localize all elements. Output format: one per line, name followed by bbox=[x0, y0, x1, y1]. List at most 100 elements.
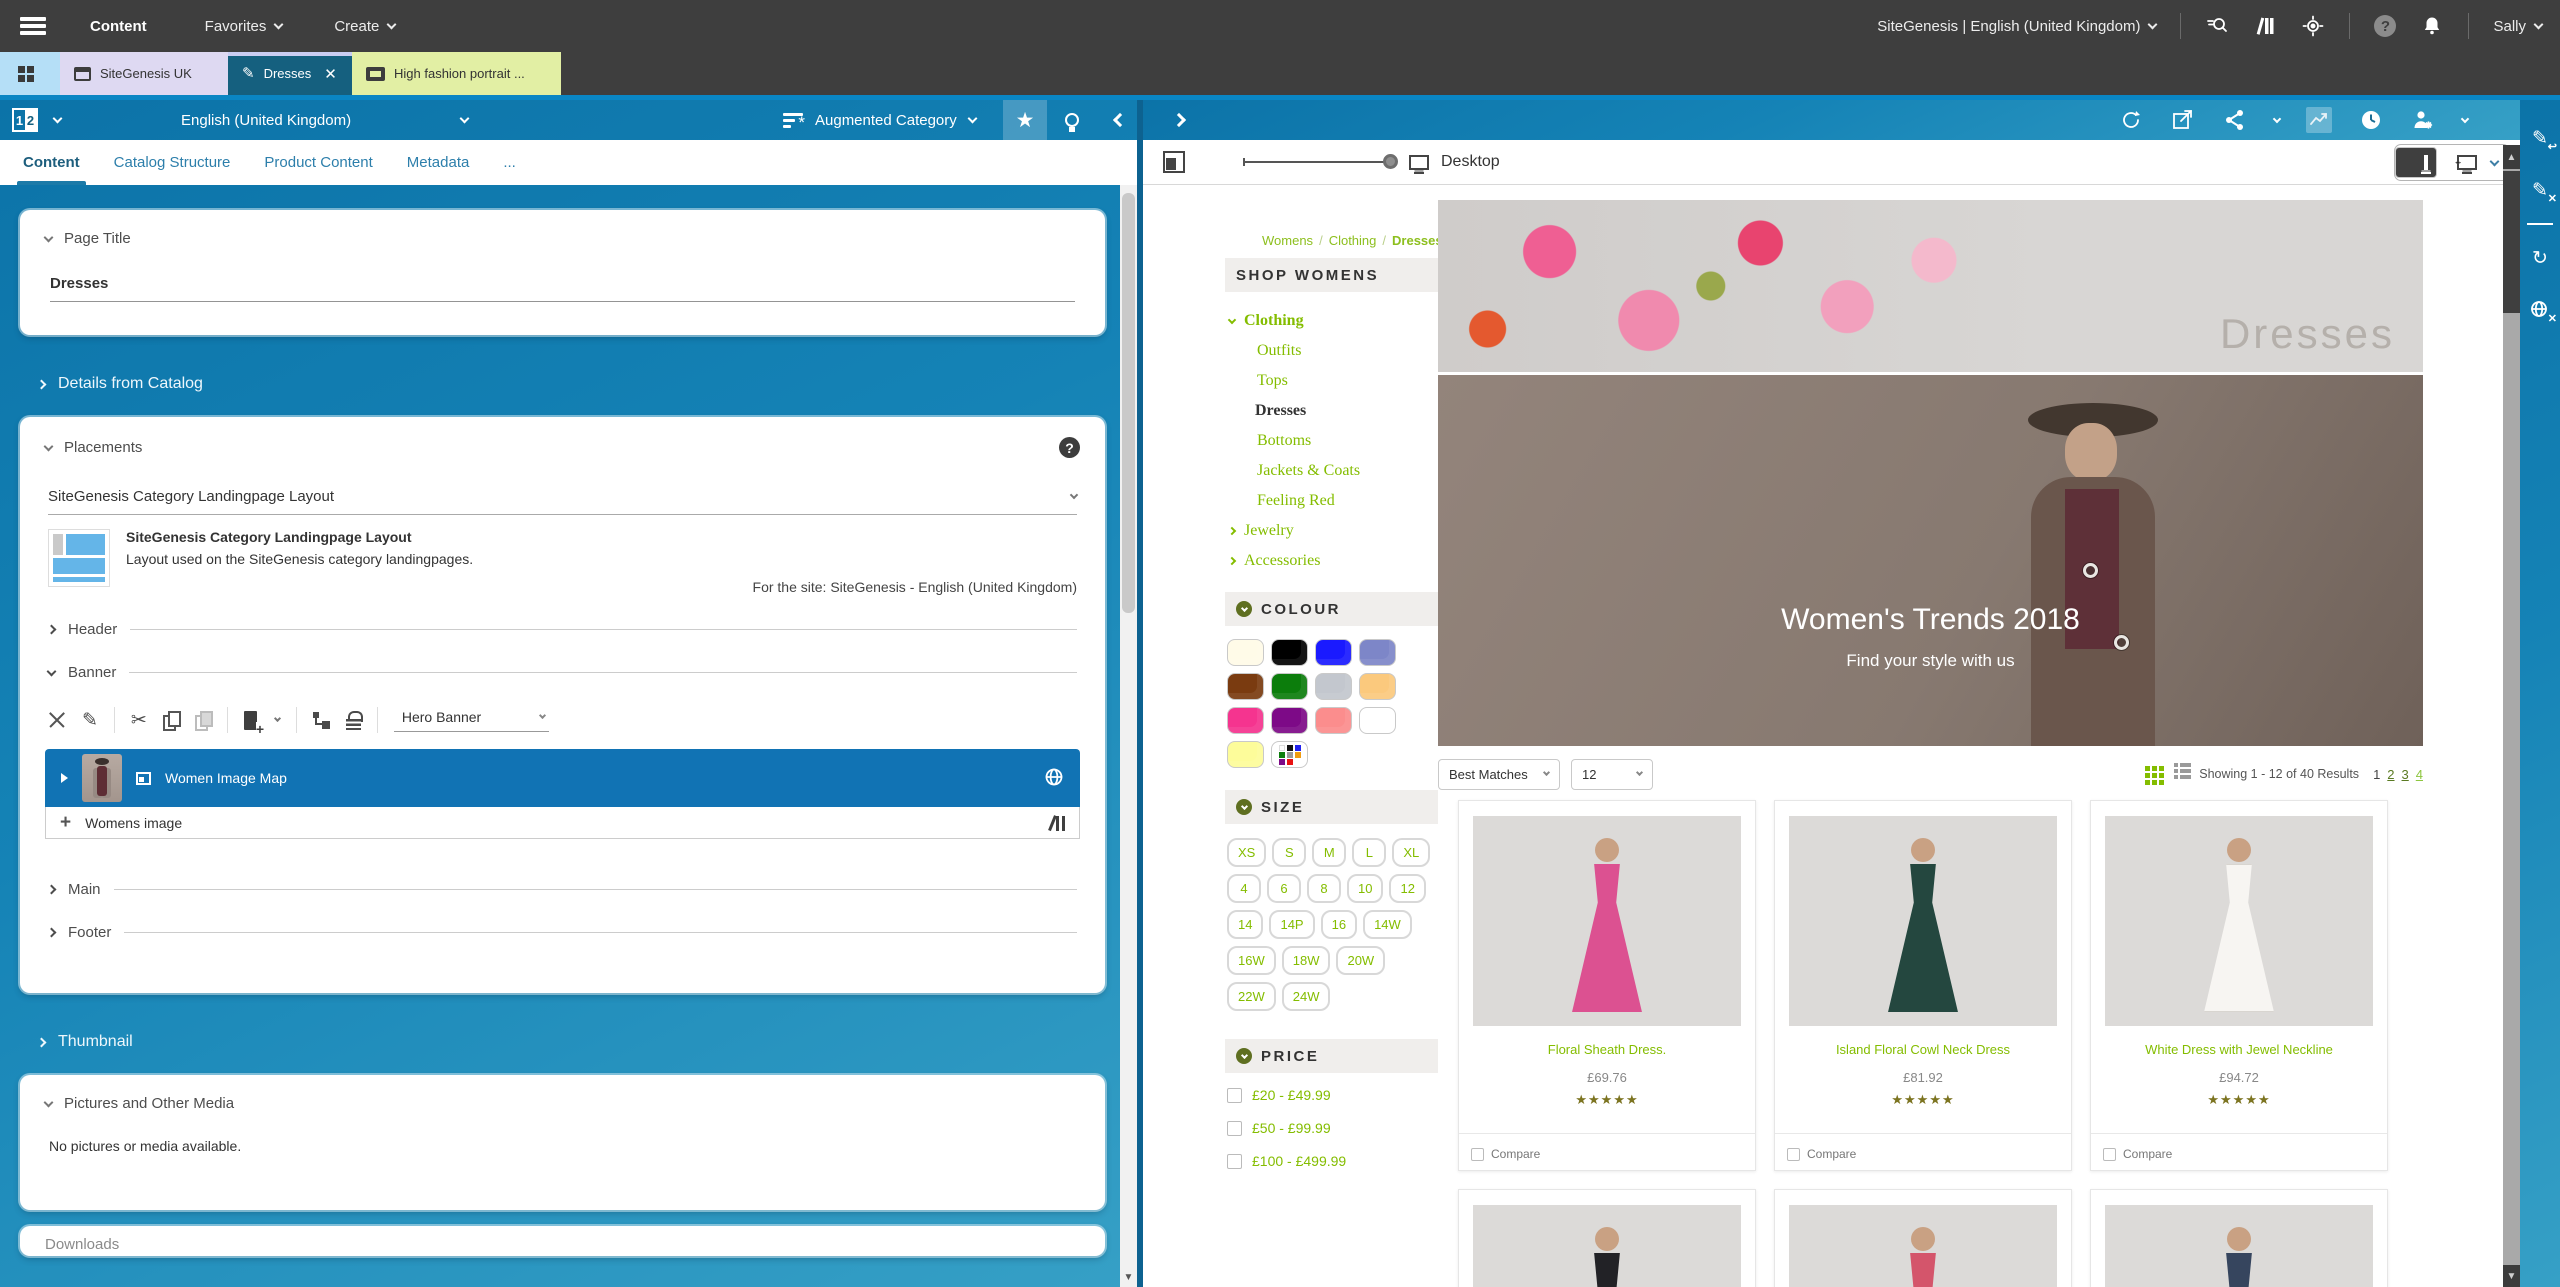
price-option[interactable]: £20 - £49.99 bbox=[1227, 1087, 1436, 1103]
category-hero-banner[interactable]: Dresses bbox=[1438, 200, 2423, 372]
user-menu[interactable]: Sally bbox=[2493, 18, 2542, 35]
nav-item-dresses[interactable]: Dresses bbox=[1225, 396, 1438, 426]
close-tab-icon[interactable]: ✕ bbox=[324, 65, 337, 83]
edit-mode-icon[interactable]: ✎↩ bbox=[2527, 125, 2553, 151]
compare-control[interactable]: Compare bbox=[2103, 1147, 2172, 1161]
size-option-14p[interactable]: 14P bbox=[1269, 910, 1314, 939]
price-refinement-header[interactable]: PRICE bbox=[1225, 1039, 1438, 1073]
scroll-down-icon[interactable]: ▼ bbox=[2503, 1265, 2520, 1287]
size-option-14w[interactable]: 14W bbox=[1363, 910, 1412, 939]
page-link-2[interactable]: 2 bbox=[2387, 767, 2394, 782]
edit-icon[interactable]: ✎ bbox=[82, 711, 98, 730]
slot-main[interactable]: Main bbox=[48, 881, 1077, 898]
size-option-s[interactable]: S bbox=[1272, 838, 1306, 867]
colour-swatch[interactable] bbox=[1227, 639, 1264, 666]
breadcrumb-item[interactable]: Womens bbox=[1262, 233, 1313, 248]
nav-item-accessories[interactable]: Accessories bbox=[1225, 546, 1438, 576]
image-map-hotspot[interactable] bbox=[2083, 563, 2098, 578]
lock-icon[interactable] bbox=[346, 711, 361, 730]
colour-swatch[interactable] bbox=[1359, 639, 1396, 666]
size-option-6[interactable]: 6 bbox=[1267, 874, 1301, 903]
slot-footer[interactable]: Footer bbox=[48, 924, 1077, 941]
product-image[interactable] bbox=[2105, 816, 2373, 1026]
editor-tab-content[interactable]: Content bbox=[23, 140, 80, 185]
tab-sitegenesis-uk[interactable]: SiteGenesis UK bbox=[60, 52, 228, 95]
structure-icon[interactable] bbox=[313, 712, 330, 729]
colour-swatch[interactable] bbox=[1359, 673, 1396, 700]
hamburger-menu-icon[interactable] bbox=[20, 17, 46, 35]
scrollbar-thumb[interactable] bbox=[1122, 193, 1135, 613]
size-option-10[interactable]: 10 bbox=[1347, 874, 1383, 903]
placements-help-icon[interactable]: ? bbox=[1059, 437, 1080, 458]
product-card[interactable] bbox=[2090, 1189, 2388, 1287]
scroll-down-icon[interactable]: ▼ bbox=[1120, 1267, 1137, 1287]
responsive-width-button[interactable]: ↔ bbox=[2437, 144, 2479, 181]
colour-swatch[interactable] bbox=[1271, 707, 1308, 734]
editor-tab-catalog-structure[interactable]: Catalog Structure bbox=[114, 140, 231, 185]
nav-item-jewelry[interactable]: Jewelry bbox=[1225, 516, 1438, 546]
product-name-link[interactable]: Island Floral Cowl Neck Dress bbox=[1775, 1042, 2071, 1057]
checkbox[interactable] bbox=[1227, 1088, 1242, 1103]
advanced-search-icon[interactable] bbox=[2205, 14, 2229, 38]
library-icon[interactable] bbox=[2253, 14, 2277, 38]
share-chevron-icon[interactable] bbox=[2273, 114, 2281, 122]
layout-select[interactable]: SiteGenesis Category Landingpage Layout bbox=[48, 488, 1077, 515]
product-card[interactable] bbox=[1458, 1189, 1756, 1287]
copy-icon[interactable] bbox=[163, 711, 179, 730]
component-type-select[interactable]: Hero Banner bbox=[394, 709, 549, 732]
compare-checkbox[interactable] bbox=[1787, 1148, 1800, 1161]
share-icon[interactable] bbox=[2222, 107, 2248, 133]
checkbox[interactable] bbox=[1227, 1154, 1242, 1169]
slot-header[interactable]: Header bbox=[48, 621, 1077, 638]
product-image[interactable] bbox=[2105, 1205, 2373, 1287]
slider-thumb[interactable] bbox=[1383, 154, 1398, 169]
insert-component-icon[interactable] bbox=[244, 711, 257, 730]
breadcrumb-item[interactable]: Dresses bbox=[1392, 233, 1443, 248]
disable-editing-icon[interactable]: ✎✕ bbox=[2527, 177, 2553, 203]
nav-item-bottoms[interactable]: Bottoms bbox=[1225, 426, 1438, 456]
sync-refresh-icon[interactable]: ↻ bbox=[2527, 245, 2553, 271]
target-icon[interactable] bbox=[2301, 14, 2325, 38]
product-image[interactable] bbox=[1789, 1205, 2057, 1287]
product-card[interactable]: White Dress with Jewel Neckline£94.72★★★… bbox=[2090, 800, 2388, 1171]
versions-badge[interactable]: 12 bbox=[12, 108, 38, 132]
viewport-width-slider[interactable] bbox=[1243, 161, 1391, 163]
delete-icon[interactable] bbox=[48, 711, 66, 729]
size-option-l[interactable]: L bbox=[1352, 838, 1386, 867]
nav-item-feeling-red[interactable]: Feeling Red bbox=[1225, 486, 1438, 516]
compare-checkbox[interactable] bbox=[2103, 1148, 2116, 1161]
product-name-link[interactable]: Floral Sheath Dress. bbox=[1459, 1042, 1755, 1057]
desktop-view-button[interactable] bbox=[2395, 147, 2437, 178]
versions-chevron-icon[interactable] bbox=[53, 114, 63, 124]
product-image[interactable] bbox=[1789, 816, 2057, 1026]
colour-refinement-header[interactable]: COLOUR bbox=[1225, 592, 1438, 626]
locale-selector[interactable]: English (United Kingdom) bbox=[181, 112, 468, 129]
price-option[interactable]: £50 - £99.99 bbox=[1227, 1120, 1436, 1136]
colour-swatch[interactable] bbox=[1271, 639, 1308, 666]
expand-panel-button[interactable] bbox=[1157, 100, 1201, 140]
colour-swatch[interactable] bbox=[1227, 673, 1264, 700]
favorite-star-button[interactable]: ★ bbox=[1003, 100, 1047, 140]
breadcrumb-item[interactable]: Clothing bbox=[1329, 233, 1377, 248]
scrollbar-thumb[interactable] bbox=[2503, 171, 2520, 313]
trends-banner[interactable]: Women's Trends 2018 Find your style with… bbox=[1438, 375, 2423, 746]
panel-toggle-icon[interactable] bbox=[1163, 151, 1185, 173]
menu-content[interactable]: Content bbox=[90, 18, 147, 35]
size-option-24w[interactable]: 24W bbox=[1282, 982, 1331, 1011]
colour-swatch[interactable] bbox=[1227, 707, 1264, 734]
nav-item-jackets-coats[interactable]: Jackets & Coats bbox=[1225, 456, 1438, 486]
colour-swatch[interactable] bbox=[1359, 707, 1396, 734]
locale-disabled-icon[interactable]: ✕ bbox=[2527, 297, 2553, 323]
product-image[interactable] bbox=[1473, 816, 1741, 1026]
section-details-from-catalog[interactable]: Details from Catalog bbox=[20, 351, 1105, 417]
collapse-panel-button[interactable] bbox=[1098, 100, 1142, 140]
add-component-row[interactable]: + Womens image bbox=[45, 807, 1080, 839]
editor-scrollbar[interactable]: ▼ bbox=[1120, 185, 1137, 1287]
editor-tab-metadata[interactable]: Metadata bbox=[407, 140, 470, 185]
product-card[interactable]: Floral Sheath Dress.£69.76★★★★★★★★★★Comp… bbox=[1458, 800, 1756, 1171]
page-link-4[interactable]: 4 bbox=[2416, 767, 2423, 782]
size-option-18w[interactable]: 18W bbox=[1282, 946, 1331, 975]
grid-view-icon[interactable] bbox=[2145, 766, 2150, 771]
size-option-20w[interactable]: 20W bbox=[1336, 946, 1385, 975]
colour-swatch[interactable] bbox=[1271, 741, 1308, 768]
